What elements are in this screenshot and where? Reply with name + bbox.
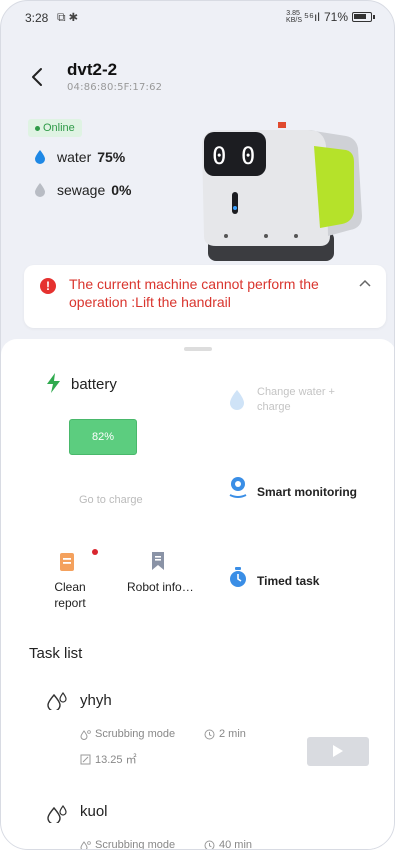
status-time: 3:28	[25, 11, 49, 25]
change-water-charge-button[interactable]: Change water + charge	[257, 385, 357, 415]
water-charge-icon	[230, 390, 244, 410]
scrubbing-icon	[80, 729, 91, 740]
warning-alert: ! The current machine cannot perform the…	[24, 265, 386, 328]
sheet-handle[interactable]	[184, 347, 212, 351]
signal-icon: ⁵⁶ıl	[304, 10, 320, 24]
battery-percent: 71%	[323, 10, 348, 24]
status-bar: 3:28 ⧉ ✱ 3.85 KB/S ⁵⁶ıl 71%	[1, 1, 394, 31]
alert-message: The current machine cannot perform the o…	[69, 276, 319, 310]
scrubbing-icon	[80, 840, 91, 849]
task-area: 13.25 ㎡	[80, 751, 137, 767]
network-speed: 3.85 KB/S	[286, 10, 302, 24]
task-duration: 40 min	[204, 839, 253, 850]
bookmark-icon	[152, 552, 164, 570]
clean-report-button[interactable]: Clean report	[45, 579, 95, 611]
camera-monitor-icon	[229, 477, 247, 498]
status-left-icons: ⧉ ✱	[57, 10, 78, 24]
task-duration-text: 40 min	[219, 839, 253, 850]
chevron-up-icon[interactable]	[358, 278, 372, 288]
battery-level-bar: 82%	[69, 419, 137, 455]
task-mode-text: Scrubbing mode	[95, 728, 176, 740]
battery-title: battery	[71, 376, 117, 393]
water-level: water 75%	[35, 149, 125, 165]
task-card[interactable]: yhyh Scrubbing mode 2 min 13.25 ㎡	[29, 674, 379, 794]
online-badge: Online	[28, 119, 82, 137]
task-mode: Scrubbing mode	[80, 839, 176, 850]
task-duration-text: 2 min	[219, 728, 246, 740]
online-dot-icon	[35, 125, 40, 131]
phone-screen: 3:28 ⧉ ✱ 3.85 KB/S ⁵⁶ıl 71% dvt2-2 04:86…	[0, 0, 395, 850]
clock-icon	[204, 840, 215, 849]
task-name: kuol	[80, 803, 108, 820]
smart-monitoring-button[interactable]: Smart monitoring	[257, 485, 357, 499]
task-list-title: Task list	[29, 645, 83, 662]
area-icon	[80, 754, 91, 764]
water-label: water	[57, 149, 92, 165]
water-value: 75%	[97, 149, 126, 165]
status-right: 3.85 KB/S ⁵⁶ıl 71%	[286, 10, 375, 24]
water-drops-icon	[47, 805, 67, 823]
robot-image: 0 0	[202, 122, 362, 261]
sewage-label: sewage	[57, 182, 106, 198]
robot-information-button[interactable]: Robot informati...	[127, 579, 197, 595]
back-arrow-icon[interactable]	[27, 65, 47, 89]
device-title: dvt2-2	[67, 60, 118, 79]
task-area-text: 13.25 ㎡	[95, 754, 137, 766]
sewage-value: 0%	[111, 182, 132, 198]
task-name: yhyh	[80, 692, 112, 709]
lightning-icon	[47, 373, 60, 393]
clock-icon	[204, 729, 215, 739]
timed-task-button[interactable]: Timed task	[257, 574, 319, 588]
alert-icon: !	[40, 278, 56, 294]
timer-icon	[230, 567, 246, 587]
battery-icon	[352, 12, 375, 22]
task-card[interactable]: kuol Scrubbing mode 40 min	[29, 787, 379, 850]
play-icon	[333, 745, 343, 757]
online-text: Online	[43, 122, 75, 134]
notification-dot	[92, 549, 98, 555]
task-duration: 2 min	[204, 728, 246, 740]
control-sheet: battery 82% Go to charge Change water + …	[1, 339, 394, 850]
report-icon	[60, 553, 74, 571]
start-task-button[interactable]	[307, 737, 369, 766]
device-mac: 04:86:80:5F:17:62	[67, 82, 163, 93]
sewage-level: sewage 0%	[35, 182, 132, 198]
task-mode-text: Scrubbing mode	[95, 839, 176, 850]
sewage-drop-icon	[35, 183, 45, 197]
go-to-charge-button[interactable]: Go to charge	[79, 494, 143, 506]
water-drops-icon	[47, 692, 67, 710]
water-drop-icon	[35, 150, 45, 164]
robot-screen-text: 0 0	[212, 142, 255, 170]
task-mode: Scrubbing mode	[80, 728, 175, 740]
